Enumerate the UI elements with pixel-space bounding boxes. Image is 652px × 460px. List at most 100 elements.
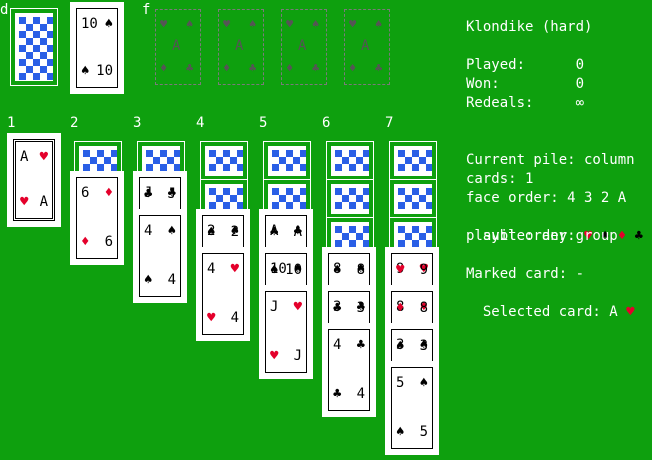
column-label: 4 — [196, 115, 205, 131]
card-rank: J — [167, 186, 176, 202]
playing-card[interactable]: J ♥ ♥ J — [259, 285, 313, 379]
face-down-card — [263, 141, 311, 181]
card-face: J ♣ ♣ J — [139, 177, 181, 211]
suit-placeholder-icon: ♥ — [160, 17, 168, 31]
card-suit-icon: ♠ — [333, 262, 342, 278]
suit-placeholder-icon: ♠ — [186, 17, 194, 31]
card-face: 8 ♠ ♠ 8 — [328, 253, 370, 287]
column-label: 2 — [70, 115, 79, 131]
card-back — [205, 146, 243, 176]
face-down-card — [326, 179, 374, 219]
selected-card-row: Selected card: A ♥ — [466, 284, 635, 322]
spade-icon: ♠ — [104, 16, 113, 32]
card-suit-icon: ♣ — [270, 224, 279, 240]
suit-placeholder-icon: ♣ — [186, 61, 194, 75]
card-face: J ♥ ♥ J — [265, 291, 307, 373]
card-rank: 4 — [333, 337, 342, 353]
marked-card-text: Marked card: - — [466, 266, 585, 282]
playing-card[interactable]: 4 ♠ ♠ 4 — [133, 209, 187, 303]
column-label: 1 — [7, 115, 16, 131]
card-rank: A — [293, 224, 302, 240]
suit-placeholder-icon: ♠ — [312, 17, 320, 31]
card-face: A ♥ ♥ A — [13, 139, 55, 221]
card-rank: 4 — [356, 386, 365, 402]
card-suit-icon: ♥ — [293, 299, 302, 315]
suit-placeholder-icon: ♥ — [223, 17, 231, 31]
face-down-card — [389, 141, 437, 181]
card-back — [331, 146, 369, 176]
card-suit-icon: ♠ — [396, 424, 405, 440]
card-rank: A — [39, 194, 48, 210]
card-suit-icon: ♥ — [396, 262, 405, 278]
foundation-rank: A — [298, 38, 307, 54]
card-rank: 8 — [419, 300, 428, 316]
card-rank: J — [293, 348, 302, 364]
card-suit-icon: ♥ — [230, 261, 239, 277]
card-face: 6 ♦ ♦ 6 — [76, 177, 118, 259]
face-order-text: face order: 4 3 2 A — [466, 190, 627, 206]
card-suit-icon: ♠ — [270, 262, 279, 278]
column-label: 6 — [322, 115, 331, 131]
foundation-slot[interactable]: ♥ ♠ ♦ ♣ A — [344, 9, 390, 85]
card-suit-icon: ♠ — [419, 375, 428, 391]
card-rank: 5 — [419, 424, 428, 440]
card-suit-icon: ♣ — [333, 300, 342, 316]
card-suit-icon: ♥ — [207, 310, 216, 326]
card-face: 9 ♥ ♥ 9 — [391, 253, 433, 287]
card-back — [394, 184, 432, 214]
card-face: 4 ♠ ♠ 4 — [139, 215, 181, 297]
waste-rank: 10 — [96, 63, 113, 79]
face-down-card — [200, 141, 248, 181]
suit-placeholder-icon: ♣ — [249, 61, 257, 75]
playing-card[interactable]: 4 ♣ ♣ 4 — [322, 323, 376, 417]
selected-card-text: Selected card: A — [482, 304, 618, 320]
suit-placeholder-icon: ♦ — [286, 61, 294, 75]
card-face: 10 ♠ ♠ 10 — [265, 253, 307, 287]
current-pile-text: Current pile: column — [466, 152, 635, 168]
suit-placeholder-icon: ♠ — [375, 17, 383, 31]
card-face: A ♣ ♣ A — [265, 215, 307, 249]
playing-card[interactable]: 6 ♦ ♦ 6 — [70, 171, 124, 265]
playing-card[interactable]: A ♥ ♥ A — [7, 133, 61, 227]
card-back — [394, 146, 432, 176]
card-face: 2 ♠ ♠ 2 — [202, 215, 244, 249]
card-suit-icon: ♣ — [356, 337, 365, 353]
card-back — [331, 184, 369, 214]
card-rank: 6 — [81, 185, 90, 201]
card-suit-icon: ♠ — [396, 338, 405, 354]
suit-placeholder-icon: ♥ — [286, 17, 294, 31]
suit-placeholder-icon: ♦ — [223, 61, 231, 75]
foundation-rank: A — [361, 38, 370, 54]
foundation-slot[interactable]: ♥ ♠ ♦ ♣ A — [218, 9, 264, 85]
stock-label: d — [0, 2, 9, 18]
playing-card[interactable]: 4 ♥ ♥ 4 — [196, 247, 250, 341]
card-face: 3 ♠ ♠ 3 — [391, 329, 433, 363]
card-rank: 4 — [144, 223, 153, 239]
card-rank: 4 — [207, 261, 216, 277]
foundation-slot[interactable]: ♥ ♠ ♦ ♣ A — [281, 9, 327, 85]
suit-placeholder-icon: ♦ — [160, 61, 168, 75]
column-label: 3 — [133, 115, 142, 131]
played-stat: Played: 0 — [466, 57, 585, 73]
card-suit-icon: ♠ — [144, 272, 153, 288]
card-suit-icon: ♥ — [39, 149, 48, 165]
suit-order-icon: ♦ — [617, 228, 627, 244]
suit-placeholder-icon: ♥ — [349, 17, 357, 31]
suit-placeholder-icon: ♠ — [249, 17, 257, 31]
playing-card[interactable]: 5 ♠ ♠ 5 — [385, 361, 439, 455]
card-rank: 6 — [104, 234, 113, 250]
spade-icon: ♠ — [81, 63, 90, 79]
card-rank: 3 — [419, 338, 428, 354]
card-suit-icon: ♦ — [81, 234, 90, 250]
column-label: 5 — [259, 115, 268, 131]
foundation-slot[interactable]: ♥ ♠ ♦ ♣ A — [155, 9, 201, 85]
card-face: 8 ♦ ♦ 8 — [391, 291, 433, 325]
suit-order-icon: ♣ — [634, 228, 644, 244]
foundation-label: f — [142, 2, 151, 18]
card-rank: A — [20, 149, 29, 165]
suit-placeholder-icon: ♣ — [375, 61, 383, 75]
card-suit-icon: ♠ — [207, 224, 216, 240]
waste-card[interactable]: 10 ♠ ♠ 10 — [70, 2, 124, 94]
stock-pile[interactable] — [10, 8, 58, 86]
card-rank: 4 — [167, 272, 176, 288]
